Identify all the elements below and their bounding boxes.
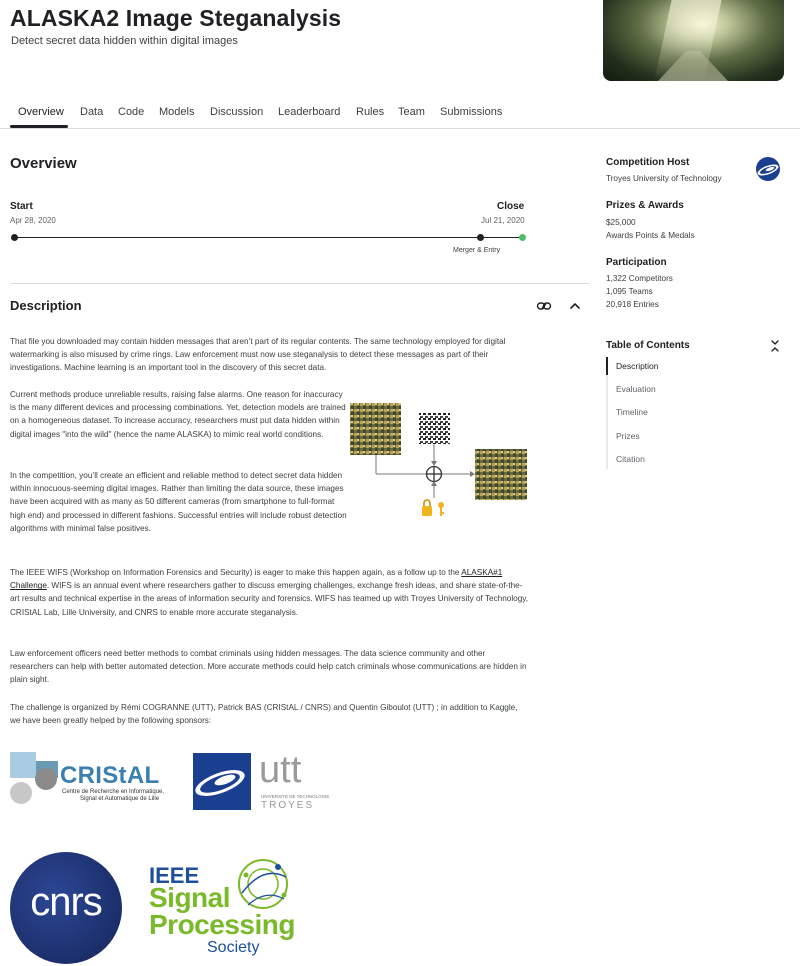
timeline-close-date: Jul 21, 2020 (481, 216, 525, 225)
description-paragraph-6: The challenge is organized by Rémi COGRA… (10, 703, 518, 726)
collapse-icon[interactable] (767, 338, 783, 354)
ieee-globe-graphic (238, 859, 288, 909)
overview-heading: Overview (10, 155, 77, 172)
tab-overview[interactable]: Overview (18, 106, 64, 118)
tab-models[interactable]: Models (159, 106, 194, 118)
timeline-line (14, 237, 523, 238)
timeline-start-label: Start (10, 201, 33, 212)
page-subtitle: Detect secret data hidden within digital… (11, 35, 238, 47)
description-paragraph-1: That file you downloaded may contain hid… (10, 337, 506, 373)
tab-code[interactable]: Code (118, 106, 144, 118)
tab-bar: Overview Data Code Models Discussion Lea… (0, 96, 800, 129)
prize-note: Awards Points & Medals (606, 231, 695, 240)
tab-rules[interactable]: Rules (356, 106, 384, 118)
description-paragraph-5: Law enforcement officers need better met… (10, 649, 527, 685)
prizes-heading: Prizes & Awards (606, 200, 684, 211)
description-heading: Description (10, 298, 82, 313)
description-paragraph-2: Current methods produce unreliable resul… (10, 390, 346, 439)
host-avatar[interactable] (756, 157, 780, 181)
header-image (603, 0, 784, 81)
description-paragraph-3: In the competition, you’ll create an eff… (10, 471, 347, 533)
ieee-sps-logo: IEEE Signal Processing Society (149, 855, 299, 960)
timeline-close-label: Close (497, 201, 525, 212)
timeline-event-label: Merger & Entry (453, 247, 501, 254)
page-title: ALASKA2 Image Steganalysis (10, 5, 342, 31)
competition-host-name: Troyes University of Technology (606, 174, 722, 183)
tab-leaderboard[interactable]: Leaderboard (278, 106, 340, 118)
participation-heading: Participation (606, 257, 667, 268)
competition-host-heading: Competition Host (606, 157, 690, 168)
toc-item-evaluation[interactable]: Evaluation (616, 384, 656, 394)
toc-item-description[interactable]: Description (616, 361, 659, 371)
competition-header: ALASKA2 Image Steganalysis Detect secret… (0, 0, 800, 96)
toc-item-timeline[interactable]: Timeline (616, 407, 648, 417)
utt-logo: utt UNIVERSITÉ DE TECHNOLOGIE TROYES (193, 749, 358, 811)
tab-submissions[interactable]: Submissions (440, 106, 502, 118)
competitors-count: 1,322 Competitors (606, 274, 673, 283)
tab-data[interactable]: Data (80, 106, 103, 118)
toc-active-indicator (606, 357, 608, 375)
steganography-diagram (350, 403, 527, 516)
cristal-logo: CRIStAL Centre de Recherche en Informati… (10, 752, 180, 810)
timeline-close-dot (519, 234, 526, 241)
cnrs-logo: cnrs (10, 852, 122, 964)
section-divider (10, 283, 590, 284)
prize-amount: $25,000 (606, 218, 636, 227)
chevron-up-icon[interactable] (567, 298, 583, 314)
toc-item-prizes[interactable]: Prizes (616, 431, 640, 441)
timeline-merger-dot (477, 234, 484, 241)
tab-team[interactable]: Team (398, 106, 425, 118)
teams-count: 1,095 Teams (606, 287, 653, 296)
description-paragraph-4: The IEEE WIFS (Workshop on Information F… (10, 568, 529, 617)
tab-discussion[interactable]: Discussion (210, 106, 263, 118)
link-icon[interactable] (536, 298, 552, 314)
active-tab-indicator (10, 125, 68, 128)
entries-count: 20,918 Entries (606, 300, 659, 309)
timeline-start-dot (11, 234, 18, 241)
timeline-start-date: Apr 28, 2020 (10, 216, 56, 225)
toc-item-citation[interactable]: Citation (616, 454, 645, 464)
toc-heading: Table of Contents (606, 340, 690, 351)
